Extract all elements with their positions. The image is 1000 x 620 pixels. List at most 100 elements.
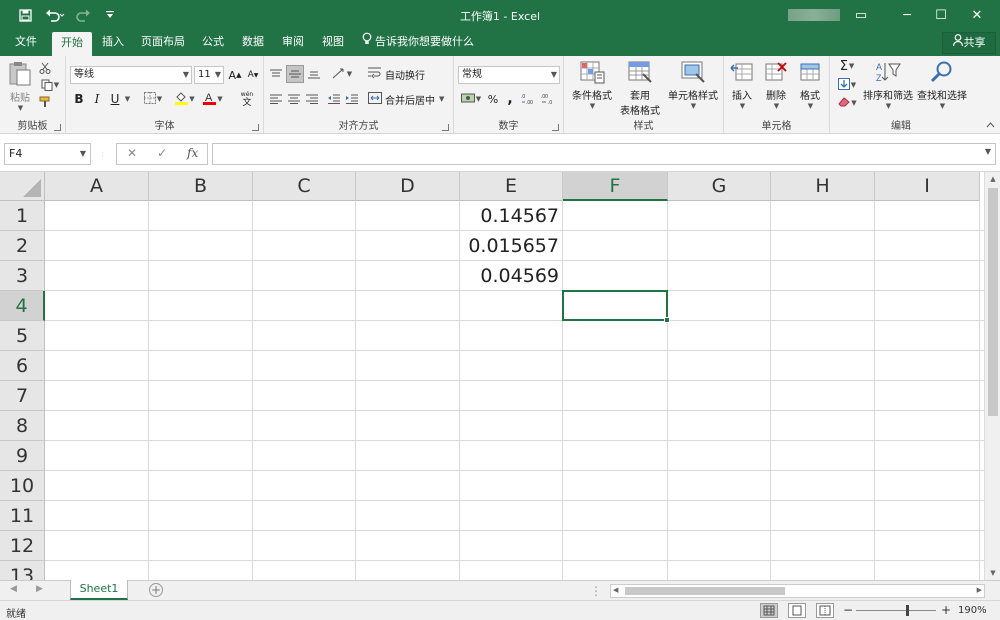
- page-break-view-icon[interactable]: [816, 603, 834, 618]
- sheet-tab[interactable]: Sheet1: [70, 580, 128, 600]
- cell-styles-button[interactable]: 单元格样式 ▼: [664, 60, 722, 116]
- page-layout-view-icon[interactable]: [788, 603, 806, 618]
- tab-file[interactable]: 文件: [6, 30, 46, 56]
- row-header-8[interactable]: 8: [0, 411, 45, 441]
- cut-icon[interactable]: [38, 61, 52, 75]
- cell-e2[interactable]: 0.015657: [460, 231, 562, 261]
- row-header-5[interactable]: 5: [0, 321, 45, 351]
- enter-icon[interactable]: ✓: [157, 146, 167, 160]
- zoom-slider[interactable]: [856, 610, 936, 611]
- column-header-i[interactable]: I: [875, 172, 980, 201]
- align-middle-icon[interactable]: [286, 65, 304, 83]
- column-header-c[interactable]: C: [253, 172, 356, 201]
- underline-dropdown-icon[interactable]: ▼: [122, 91, 132, 107]
- font-launcher-icon[interactable]: [252, 124, 259, 131]
- expand-formula-icon[interactable]: ▼: [985, 147, 991, 156]
- font-name-select[interactable]: 等线 ▼: [70, 66, 192, 84]
- find-select-button[interactable]: 查找和选择 ▼: [916, 60, 968, 116]
- copy-icon[interactable]: ▼: [38, 78, 62, 92]
- worksheet-grid[interactable]: A B C D E F G H I 1 2 3 4 5 6 7 8 9 10 11 12 13 0.14567 0.01565…: [0, 172, 984, 580]
- insert-cells-button[interactable]: 插入 ▼: [726, 60, 758, 116]
- tab-view[interactable]: 视图: [316, 30, 350, 56]
- vertical-scroll-thumb[interactable]: [988, 188, 998, 416]
- column-header-d[interactable]: D: [356, 172, 460, 201]
- tab-home[interactable]: 开始: [52, 32, 92, 56]
- cell-e3[interactable]: 0.04569: [460, 261, 562, 291]
- format-painter-icon[interactable]: [38, 95, 52, 109]
- row-header-10[interactable]: 10: [0, 471, 45, 501]
- row-header-2[interactable]: 2: [0, 231, 45, 261]
- align-top-icon[interactable]: [268, 66, 284, 82]
- tab-review[interactable]: 审阅: [276, 30, 310, 56]
- next-sheet-icon[interactable]: ▶: [36, 584, 43, 594]
- comma-button[interactable]: ,: [504, 91, 516, 107]
- row-header-9[interactable]: 9: [0, 441, 45, 471]
- horizontal-scrollbar[interactable]: ◀ ▶: [610, 584, 985, 598]
- column-header-b[interactable]: B: [149, 172, 253, 201]
- formula-input[interactable]: ▼: [212, 143, 996, 165]
- font-size-select[interactable]: 11 ▼: [194, 66, 224, 84]
- row-header-11[interactable]: 11: [0, 501, 45, 531]
- column-header-a[interactable]: A: [45, 172, 149, 201]
- column-header-h[interactable]: H: [771, 172, 875, 201]
- name-box[interactable]: F4 ▼: [4, 143, 91, 165]
- row-header-1[interactable]: 1: [0, 201, 45, 231]
- tab-formulas[interactable]: 公式: [196, 30, 230, 56]
- conditional-format-button[interactable]: 条件格式 ▼: [568, 60, 616, 116]
- column-header-g[interactable]: G: [668, 172, 771, 201]
- ribbon-display-options-icon[interactable]: ▭: [838, 0, 884, 30]
- align-left-icon[interactable]: [268, 91, 284, 107]
- phonetic-button[interactable]: wén 文: [234, 89, 260, 109]
- clipboard-launcher-icon[interactable]: [54, 124, 61, 131]
- tab-page-layout[interactable]: 页面布局: [136, 30, 190, 56]
- scroll-down-icon[interactable]: ▼: [985, 566, 1000, 580]
- sort-filter-button[interactable]: AZ 排序和筛选 ▼: [862, 60, 914, 116]
- scroll-right-icon[interactable]: ▶: [977, 586, 982, 594]
- sheet-split-grip-icon[interactable]: ⋮: [590, 584, 602, 598]
- clear-button[interactable]: ▼: [834, 95, 860, 111]
- zoom-out-button[interactable]: −: [843, 603, 853, 617]
- autosum-button[interactable]: Σ ▼: [834, 58, 860, 74]
- zoom-percent[interactable]: 190%: [958, 605, 987, 616]
- align-right-icon[interactable]: [304, 91, 320, 107]
- delete-cells-button[interactable]: 删除 ▼: [760, 60, 792, 116]
- bold-button[interactable]: B: [72, 91, 86, 107]
- collapse-ribbon-icon[interactable]: [984, 120, 996, 130]
- share-button[interactable]: 共享: [942, 32, 996, 54]
- number-launcher-icon[interactable]: [552, 124, 559, 131]
- decrease-indent-icon[interactable]: [326, 91, 342, 107]
- wrap-text-button[interactable]: 自动换行: [368, 65, 452, 83]
- vertical-scrollbar[interactable]: ▲ ▼: [984, 172, 1000, 580]
- row-header-3[interactable]: 3: [0, 261, 45, 291]
- tell-me-box[interactable]: 告诉我你想要做什么: [362, 30, 474, 56]
- select-all-button[interactable]: [0, 172, 45, 201]
- grow-font-button[interactable]: A ▲: [228, 66, 242, 84]
- borders-button[interactable]: ▼: [140, 91, 166, 107]
- percent-button[interactable]: %: [486, 91, 500, 107]
- row-header-13[interactable]: 13: [0, 561, 45, 580]
- cancel-icon[interactable]: ✕: [127, 146, 137, 160]
- zoom-in-button[interactable]: +: [941, 603, 951, 617]
- prev-sheet-icon[interactable]: ◀: [10, 584, 17, 594]
- fill-handle[interactable]: [664, 317, 670, 323]
- tab-data[interactable]: 数据: [236, 30, 270, 56]
- row-header-12[interactable]: 12: [0, 531, 45, 561]
- accounting-format-button[interactable]: ▼: [458, 91, 484, 107]
- scroll-up-icon[interactable]: ▲: [985, 172, 1000, 186]
- normal-view-icon[interactable]: [760, 603, 778, 618]
- decrease-decimal-icon[interactable]: .00.0: [540, 91, 558, 107]
- close-icon[interactable]: ✕: [954, 0, 1000, 30]
- row-header-4[interactable]: 4: [0, 291, 45, 321]
- column-header-f[interactable]: F: [563, 172, 668, 201]
- cell-e1[interactable]: 0.14567: [460, 201, 562, 231]
- align-center-icon[interactable]: [286, 91, 302, 107]
- fill-color-button[interactable]: ▼: [172, 91, 198, 107]
- fill-button[interactable]: ▼: [834, 77, 860, 93]
- italic-button[interactable]: I: [90, 91, 104, 107]
- merge-center-button[interactable]: 合并后居中 ▼: [368, 90, 452, 108]
- tab-insert[interactable]: 插入: [96, 30, 130, 56]
- increase-indent-icon[interactable]: [344, 91, 360, 107]
- align-bottom-icon[interactable]: [306, 66, 322, 82]
- underline-button[interactable]: U: [108, 91, 122, 107]
- scroll-left-icon[interactable]: ◀: [613, 586, 618, 594]
